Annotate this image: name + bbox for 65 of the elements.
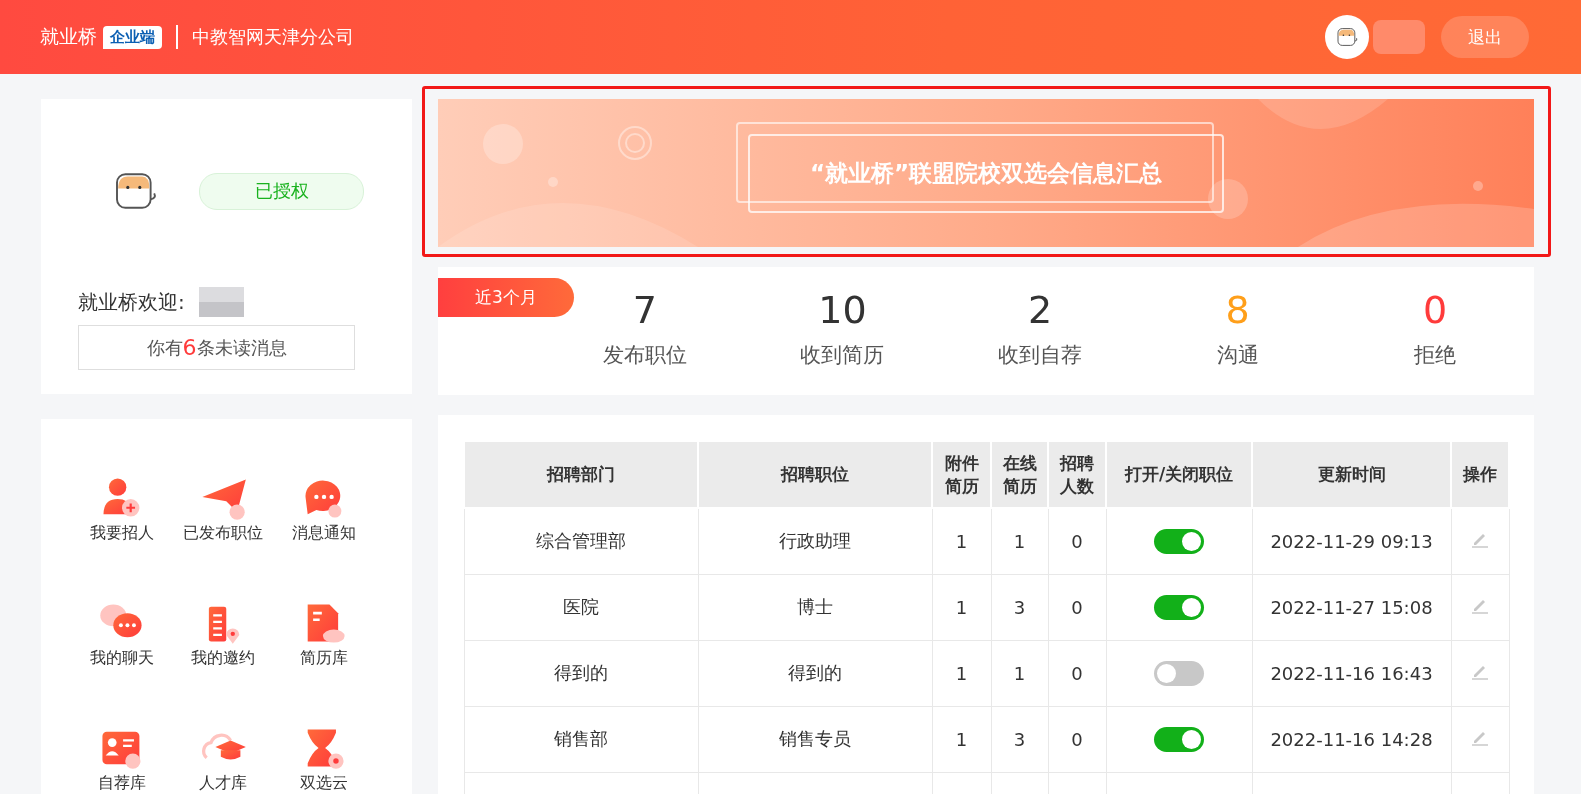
- table-cell: 1: [932, 706, 991, 772]
- shortcut-item[interactable]: 消息通知: [273, 475, 374, 544]
- column-header: 招聘人数: [1048, 441, 1106, 508]
- stat-value: 0: [1423, 287, 1448, 333]
- table-cell: 销售部: [464, 706, 698, 772]
- job-toggle-switch[interactable]: [1154, 726, 1204, 752]
- table-cell: 1: [932, 640, 991, 706]
- authorized-status: 已授权: [199, 172, 364, 210]
- brand-name: 就业桥: [40, 24, 97, 49]
- table-cell: 3: [991, 706, 1048, 772]
- banner-title: “就业桥”联盟院校双选会信息汇总: [747, 133, 1225, 213]
- table-cell: 1: [991, 508, 1048, 574]
- table-cell: 0: [1048, 574, 1106, 640]
- shortcut-item[interactable]: 已发布职位: [172, 475, 273, 544]
- shortcut-item[interactable]: 我的聊天: [71, 600, 172, 669]
- column-header: 更新时间: [1252, 441, 1451, 508]
- stat-label: 收到简历: [800, 342, 885, 369]
- table-cell: 0: [1048, 508, 1106, 574]
- table-cell: 1: [991, 640, 1048, 706]
- table-cell: 2022-11-16 16:43: [1252, 640, 1451, 706]
- table-cell: 销售专员: [698, 706, 932, 772]
- table-cell: 2022-11-29 09:13: [1252, 508, 1451, 574]
- shortcut-item[interactable]: 人才库: [172, 725, 273, 794]
- column-header: 在线简历: [991, 441, 1048, 508]
- shortcut-item[interactable]: 我要招人: [71, 475, 172, 544]
- period-tag: 近3个月: [438, 278, 574, 317]
- stat-label: 收到自荐: [998, 342, 1082, 369]
- table-cell: 0: [1048, 640, 1106, 706]
- table-cell: 2022-11-16 14:28: [1252, 706, 1451, 772]
- column-header: 招聘部门: [464, 441, 698, 508]
- column-header: 操作: [1451, 441, 1509, 508]
- table-cell: 1: [932, 508, 991, 574]
- table-cell: 得到的: [464, 640, 698, 706]
- stat-value: 8: [1225, 287, 1250, 333]
- table-cell: 0: [1048, 706, 1106, 772]
- table-cell: 得到的: [698, 640, 932, 706]
- table-cell: 2022-11-27 15:08: [1252, 574, 1451, 640]
- column-header: 附件简历: [932, 441, 991, 508]
- table-cell: 综合管理部: [464, 508, 698, 574]
- unread-messages-link[interactable]: 你有6条未读消息: [78, 325, 355, 370]
- shortcut-item[interactable]: 自荐库: [71, 725, 172, 794]
- table-cell: 医院: [464, 574, 698, 640]
- table-cell: 1: [932, 574, 991, 640]
- welcome-text: 就业桥欢迎:: [78, 288, 185, 316]
- shortcut-item[interactable]: 双选云: [273, 725, 374, 794]
- user-avatar[interactable]: [1325, 15, 1369, 59]
- edition-badge: 企业端: [103, 25, 162, 49]
- stat-label: 沟通: [1216, 342, 1259, 369]
- stat-label: 拒绝: [1414, 342, 1457, 369]
- cat-avatar-icon: [1335, 25, 1359, 49]
- job-toggle-switch[interactable]: [1154, 660, 1204, 686]
- table-cell: 博士: [698, 574, 932, 640]
- column-header: 招聘职位: [698, 441, 932, 508]
- company-name: 中教智网天津分公司: [192, 25, 354, 49]
- shortcut-item[interactable]: 简历库: [273, 600, 374, 669]
- table-cell: 3: [991, 574, 1048, 640]
- stat-value: 7: [632, 287, 657, 333]
- table-cell: 行政助理: [698, 508, 932, 574]
- stat-value: 2: [1027, 287, 1053, 333]
- stat-label: 发布职位: [602, 342, 687, 369]
- column-header: 打开/关闭职位: [1106, 441, 1252, 508]
- job-toggle-switch[interactable]: [1154, 594, 1204, 620]
- job-toggle-switch[interactable]: [1154, 528, 1204, 554]
- shortcut-item[interactable]: 我的邀约: [172, 600, 273, 669]
- stat-value: 10: [818, 287, 867, 333]
